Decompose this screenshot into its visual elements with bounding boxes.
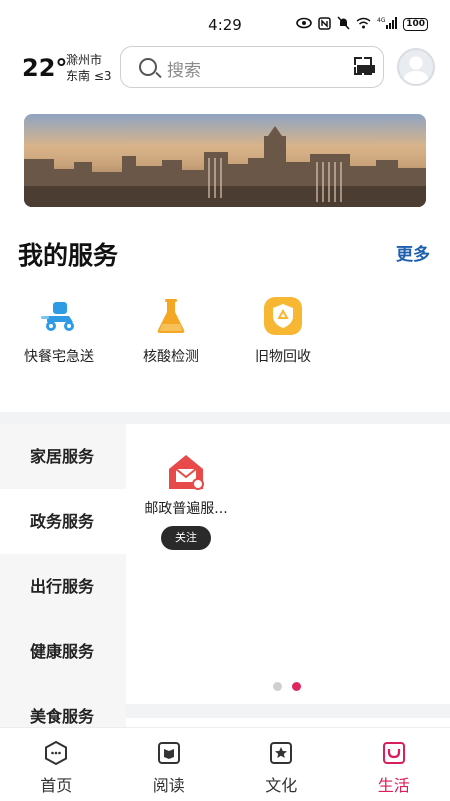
section-divider xyxy=(0,412,450,424)
postal-house-icon xyxy=(166,452,206,492)
search-icon xyxy=(139,58,157,76)
service-recycle[interactable]: 旧物回收 xyxy=(238,296,328,366)
nav-label: 文化 xyxy=(225,772,338,796)
service-label: 旧物回收 xyxy=(238,346,328,366)
search-box[interactable]: 搜索 xyxy=(120,46,384,88)
location-info: 滁州市 东南 ≤3 xyxy=(66,52,112,84)
nav-reading[interactable]: 阅读 xyxy=(113,728,226,801)
nav-home[interactable]: 首页 xyxy=(0,728,113,801)
header: 22° 滁州市 东南 ≤3 搜索 xyxy=(0,44,450,94)
wind-info: 东南 ≤3 xyxy=(66,68,112,84)
star-badge-icon xyxy=(268,740,294,766)
city-name: 滁州市 xyxy=(66,52,112,68)
postal-service-label: 邮政普遍服... xyxy=(136,498,236,518)
postal-service-tile[interactable]: 邮政普遍服... 关注 xyxy=(136,452,236,550)
nav-life[interactable]: 生活 xyxy=(338,728,450,801)
recycle-badge-icon xyxy=(263,296,303,336)
more-services-link[interactable]: 更多 xyxy=(396,240,430,265)
city-banner[interactable] xyxy=(24,114,426,207)
search-placeholder[interactable]: 搜索 xyxy=(167,56,201,81)
mute-bell-icon xyxy=(337,16,350,33)
wifi-icon xyxy=(356,17,371,32)
service-label: 核酸检测 xyxy=(126,346,216,366)
service-label: 快餐宅急送 xyxy=(14,346,104,366)
nav-label: 首页 xyxy=(0,772,113,796)
user-avatar-icon xyxy=(399,50,433,84)
status-bar: 4:29 4G 100 xyxy=(0,0,450,44)
category-content: 邮政普遍服... 关注 xyxy=(126,424,450,704)
temperature: 22° xyxy=(22,54,67,82)
avatar[interactable] xyxy=(397,48,435,86)
nav-label: 阅读 xyxy=(113,772,226,796)
content-divider xyxy=(126,704,450,718)
page-dot[interactable] xyxy=(273,682,282,691)
page-indicator xyxy=(273,682,301,691)
home-hexagon-icon xyxy=(43,740,69,766)
category-health-services[interactable]: 健康服务 xyxy=(0,619,126,684)
category-travel-services[interactable]: 出行服务 xyxy=(0,554,126,619)
delivery-scooter-icon xyxy=(39,296,79,336)
network-label: 4G xyxy=(377,17,386,24)
nav-label: 生活 xyxy=(338,772,450,796)
eye-icon xyxy=(296,17,312,32)
nfc-icon xyxy=(318,17,331,33)
shopping-bag-icon xyxy=(381,740,407,766)
battery-indicator: 100 xyxy=(403,18,428,31)
page-dot-active[interactable] xyxy=(292,682,301,691)
signal-icon: 4G xyxy=(377,17,397,32)
category-sidebar: 家居服务 政务服务 出行服务 健康服务 美食服务 xyxy=(0,424,126,727)
bottom-nav: 首页 阅读 文化 生活 xyxy=(0,727,450,801)
book-icon xyxy=(156,740,182,766)
category-home-services[interactable]: 家居服务 xyxy=(0,424,126,489)
nav-culture[interactable]: 文化 xyxy=(225,728,338,801)
service-delivery[interactable]: 快餐宅急送 xyxy=(14,296,104,366)
category-government-services[interactable]: 政务服务 xyxy=(0,489,126,554)
cityscape-image xyxy=(24,114,426,207)
follow-button[interactable]: 关注 xyxy=(161,526,211,550)
status-icons: 4G 100 xyxy=(296,16,428,33)
test-flask-icon xyxy=(151,296,191,336)
scan-icon[interactable] xyxy=(354,57,372,75)
category-food-services[interactable]: 美食服务 xyxy=(0,684,126,727)
service-nucleic-test[interactable]: 核酸检测 xyxy=(126,296,216,366)
my-services-title: 我的服务 xyxy=(18,236,118,272)
